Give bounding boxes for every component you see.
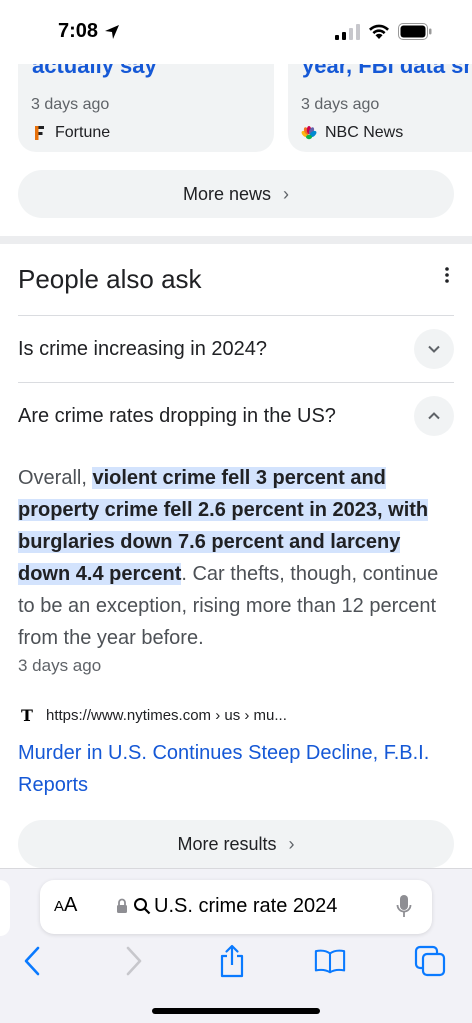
news-card-source: Fortune xyxy=(31,124,110,142)
question-row[interactable]: Is crime increasing in 2024? xyxy=(18,316,454,382)
reader-settings-button[interactable]: AA xyxy=(54,894,77,917)
answer-age: 3 days ago xyxy=(18,656,102,675)
lock-icon xyxy=(117,898,127,913)
previous-tab-preview[interactable] xyxy=(0,880,10,936)
chevron-right-icon: › xyxy=(283,183,290,204)
nytimes-logo-icon: T xyxy=(21,706,33,724)
news-card[interactable]: actually say 3 days ago Fortune xyxy=(18,64,274,152)
chevron-right-icon: › xyxy=(288,833,295,854)
news-carousel[interactable]: actually say 3 days ago Fortune year, FB… xyxy=(0,64,472,154)
answer-snippet: Overall, violent crime fell 3 percent an… xyxy=(18,462,458,654)
section-divider xyxy=(0,236,472,244)
question-text[interactable]: Are crime rates dropping in the US? xyxy=(18,405,336,428)
more-options-icon[interactable] xyxy=(437,264,457,288)
chevron-left-icon xyxy=(24,946,40,976)
home-indicator xyxy=(152,1008,320,1014)
nbc-peacock-icon xyxy=(301,126,317,140)
book-icon xyxy=(314,949,346,974)
news-card-source-label: Fortune xyxy=(55,124,111,141)
news-card-title[interactable]: actually say xyxy=(32,64,157,79)
question-text[interactable]: Is crime increasing in 2024? xyxy=(18,338,267,361)
fortune-logo-icon xyxy=(35,126,44,140)
bookmarks-button[interactable] xyxy=(314,944,346,978)
more-news-button[interactable]: More news › xyxy=(18,170,454,218)
share-button[interactable] xyxy=(216,944,248,978)
svg-text:T: T xyxy=(21,706,33,724)
share-icon xyxy=(220,944,244,978)
more-results-button[interactable]: More results › xyxy=(18,820,454,868)
more-results-label: More results xyxy=(177,833,277,854)
result-url: https://www.nytimes.com › us › mu... xyxy=(46,706,287,724)
search-icon xyxy=(134,898,151,915)
more-news-label: More news xyxy=(182,183,272,204)
chevron-down-icon xyxy=(428,345,440,353)
chevron-up-icon xyxy=(428,412,440,420)
battery-icon xyxy=(398,23,432,40)
news-card-source: NBC News xyxy=(301,124,403,142)
news-card-age: 3 days ago xyxy=(31,96,110,113)
address-text[interactable]: U.S. crime rate 2024 xyxy=(154,895,337,918)
collapse-button[interactable] xyxy=(414,396,454,436)
answer-prefix: Overall, xyxy=(18,467,93,489)
location-arrow-icon xyxy=(105,25,119,39)
news-card-age: 3 days ago xyxy=(301,96,380,113)
status-bar: 7:08 xyxy=(0,0,472,64)
tabs-icon xyxy=(414,945,446,977)
status-time: 7:08 xyxy=(58,20,99,42)
expand-button[interactable] xyxy=(414,329,454,369)
microphone-icon[interactable] xyxy=(396,894,412,920)
result-source[interactable]: T https://www.nytimes.com › us › mu... xyxy=(18,706,287,724)
wifi-icon xyxy=(369,24,389,39)
cellular-signal-icon xyxy=(335,24,360,40)
result-link[interactable]: Murder in U.S. Continues Steep Decline, … xyxy=(18,737,458,801)
news-card[interactable]: year, FBI data sho 3 days ago NBC News xyxy=(288,64,472,152)
news-card-title[interactable]: year, FBI data sho xyxy=(302,64,472,79)
news-card-source-label: NBC News xyxy=(325,124,404,141)
tabs-button[interactable] xyxy=(414,944,446,978)
people-also-ask-title: People also ask xyxy=(18,264,202,294)
back-button[interactable] xyxy=(16,944,48,978)
chevron-right-icon xyxy=(126,946,142,976)
address-bar[interactable]: AA U.S. crime rate 2024 xyxy=(40,880,432,934)
question-row[interactable]: Are crime rates dropping in the US? xyxy=(18,383,454,449)
forward-button[interactable] xyxy=(118,944,150,978)
